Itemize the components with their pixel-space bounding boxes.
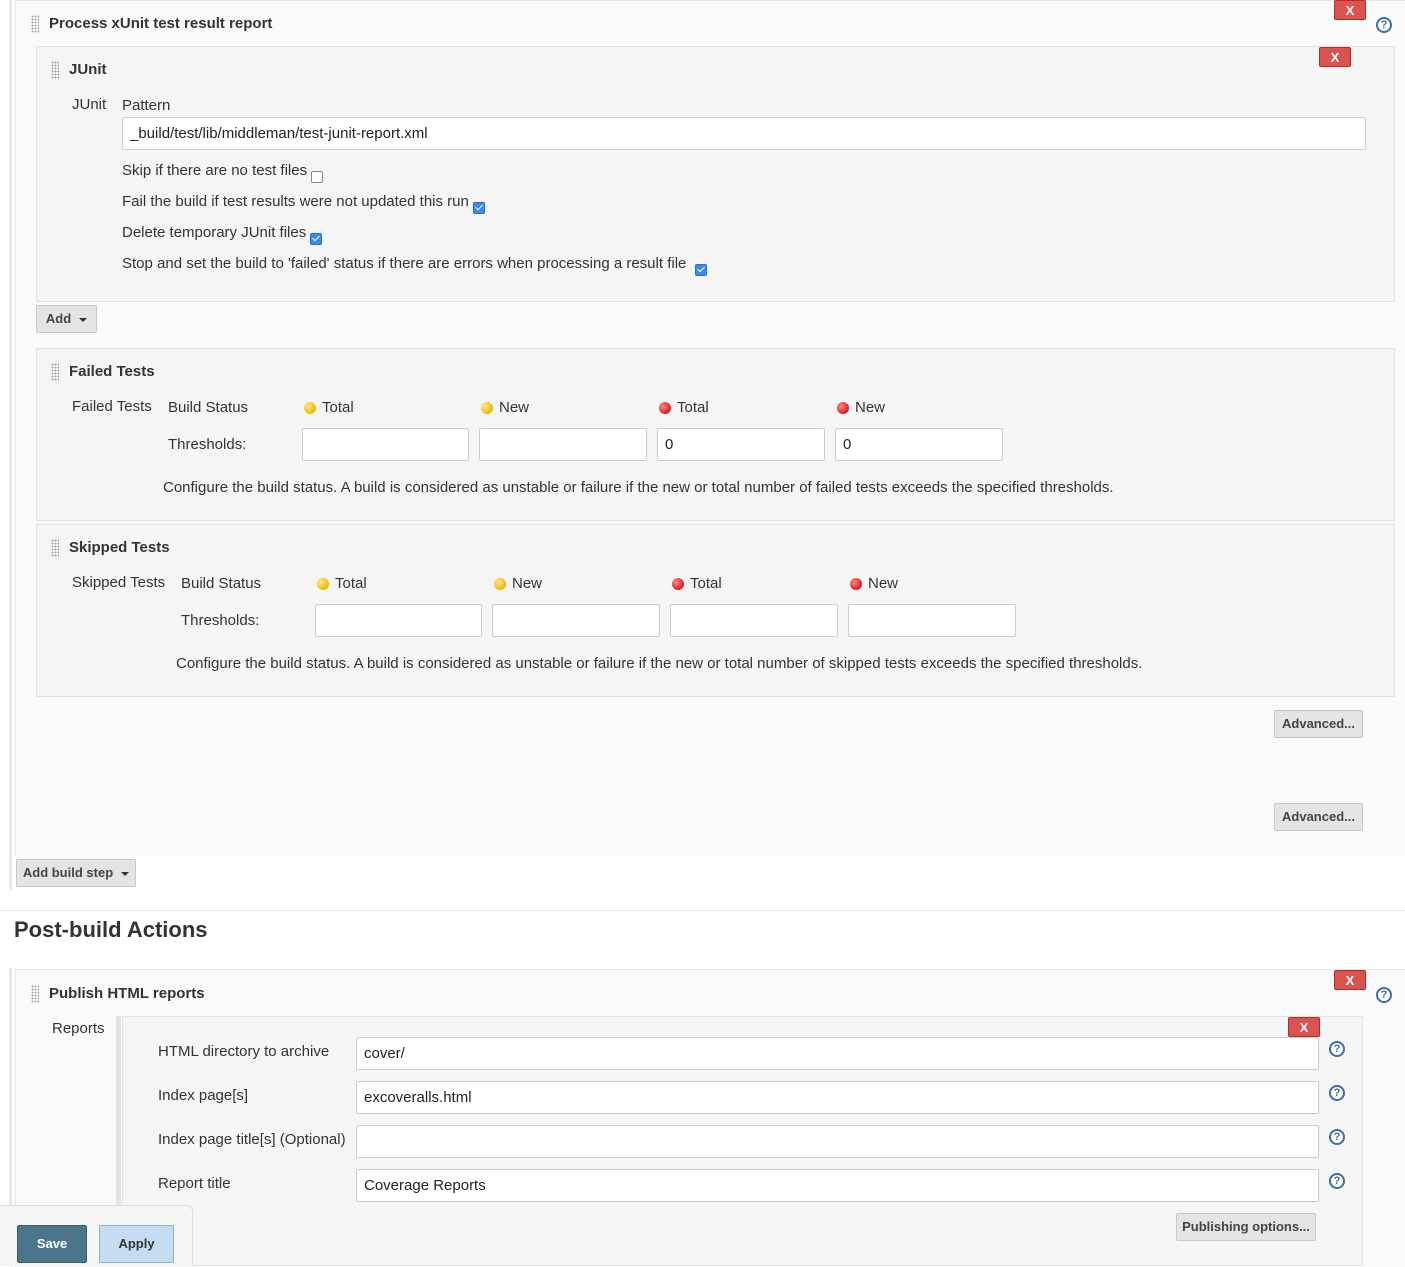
stop-on-error-label: Stop and set the build to 'failed' statu… [122, 255, 687, 272]
delete-html-reports-button[interactable]: X [1334, 970, 1366, 990]
skipped-tests-label: Skipped Tests [72, 574, 166, 591]
skipped-failure-new-input[interactable] [848, 604, 1016, 637]
red-ball-icon [672, 578, 684, 590]
delete-report-button[interactable]: X [1288, 1017, 1320, 1037]
index-titles-input[interactable] [356, 1125, 1319, 1158]
col-header: Total [322, 399, 354, 416]
pattern-label: Pattern [122, 97, 171, 114]
delete-temp-files-checkbox[interactable] [310, 233, 322, 245]
failed-failure-total-input[interactable]: 0 [657, 428, 825, 461]
help-icon[interactable]: ? [1329, 1041, 1345, 1057]
fail-not-updated-label: Fail the build if test results were not … [122, 193, 469, 210]
drag-handle-icon[interactable] [31, 985, 39, 1003]
build-status-label: Build Status [168, 399, 249, 416]
build-status-label: Build Status [181, 575, 262, 592]
report-title-input[interactable]: Coverage Reports [356, 1169, 1319, 1202]
publishing-options-button[interactable]: Publishing options... [1176, 1213, 1316, 1241]
red-ball-icon [659, 402, 671, 414]
drag-handle-icon[interactable] [51, 61, 59, 79]
col-header: Total [677, 399, 709, 416]
junit-title: JUnit [69, 61, 107, 78]
add-build-step-label: Add build step [22, 865, 114, 880]
drag-handle-icon[interactable] [51, 539, 59, 557]
failed-unstable-total-input[interactable] [302, 428, 469, 461]
col-header: New [855, 399, 886, 416]
drag-handle-icon[interactable] [51, 363, 59, 381]
failed-tests-label: Failed Tests [72, 398, 152, 415]
yellow-ball-icon [317, 578, 329, 590]
help-icon[interactable]: ? [1376, 987, 1392, 1003]
help-icon[interactable]: ? [1329, 1173, 1345, 1189]
col-header: New [512, 575, 543, 592]
drag-handle-icon[interactable] [31, 15, 39, 33]
advanced-button[interactable]: Advanced... [1274, 710, 1363, 738]
yellow-ball-icon [481, 402, 493, 414]
top-divider [15, 0, 1405, 1]
help-icon[interactable]: ? [1329, 1129, 1345, 1145]
reports-label: Reports [52, 1020, 105, 1037]
fail-not-updated-checkbox[interactable] [473, 202, 485, 214]
skipped-unstable-total-input[interactable] [315, 604, 482, 637]
index-pages-label: Index page[s] [158, 1087, 249, 1104]
section-accent [9, 0, 12, 890]
delete-xunit-step-button[interactable]: X [1334, 0, 1366, 20]
skipped-tests-title: Skipped Tests [69, 539, 170, 556]
yellow-ball-icon [304, 402, 316, 414]
index-titles-label: Index page title[s] (Optional) [158, 1131, 346, 1148]
red-ball-icon [850, 578, 862, 590]
html-directory-label: HTML directory to archive [158, 1043, 330, 1060]
add-build-step-button[interactable]: Add build step [16, 859, 136, 887]
failed-unstable-new-input[interactable] [479, 428, 647, 461]
stop-on-error-checkbox[interactable] [695, 264, 707, 276]
skipped-unstable-new-input[interactable] [492, 604, 660, 637]
junit-label: JUnit [72, 96, 107, 113]
failed-tests-description: Configure the build status. A build is c… [163, 479, 1114, 496]
index-pages-input[interactable]: excoveralls.html [356, 1081, 1319, 1114]
add-button-label: Add [45, 311, 72, 326]
skip-no-files-label: Skip if there are no test files [122, 162, 308, 179]
col-header: New [868, 575, 899, 592]
help-icon[interactable]: ? [1329, 1085, 1345, 1101]
thresholds-label: Thresholds: [181, 612, 260, 629]
col-header: New [499, 399, 530, 416]
xunit-step-title: Process xUnit test result report [49, 15, 273, 32]
section-divider [0, 910, 1405, 911]
skipped-failure-total-input[interactable] [670, 604, 838, 637]
yellow-ball-icon [494, 578, 506, 590]
post-build-heading: Post-build Actions [14, 917, 208, 942]
chevron-down-icon [121, 871, 130, 876]
col-header: Total [690, 575, 722, 592]
col-header: Total [335, 575, 367, 592]
pattern-input[interactable]: _build/test/lib/middleman/test-junit-rep… [122, 117, 1366, 150]
help-icon[interactable]: ? [1376, 17, 1392, 33]
html-directory-input[interactable]: cover/ [356, 1037, 1319, 1070]
report-title-label: Report title [158, 1175, 231, 1192]
skip-no-files-checkbox[interactable] [311, 171, 323, 183]
delete-temp-files-label: Delete temporary JUnit files [122, 224, 307, 241]
thresholds-label: Thresholds: [168, 436, 247, 453]
apply-button[interactable]: Apply [99, 1225, 174, 1263]
skipped-tests-description: Configure the build status. A build is c… [176, 655, 1143, 672]
red-ball-icon [837, 402, 849, 414]
failed-failure-new-input[interactable]: 0 [835, 428, 1003, 461]
advanced-button-2[interactable]: Advanced... [1274, 803, 1363, 831]
add-button[interactable]: Add [36, 305, 97, 333]
save-button[interactable]: Save [17, 1225, 87, 1263]
chevron-down-icon [79, 317, 88, 322]
html-reports-title: Publish HTML reports [49, 985, 205, 1002]
delete-junit-button[interactable]: X [1319, 47, 1351, 67]
failed-tests-title: Failed Tests [69, 363, 155, 380]
